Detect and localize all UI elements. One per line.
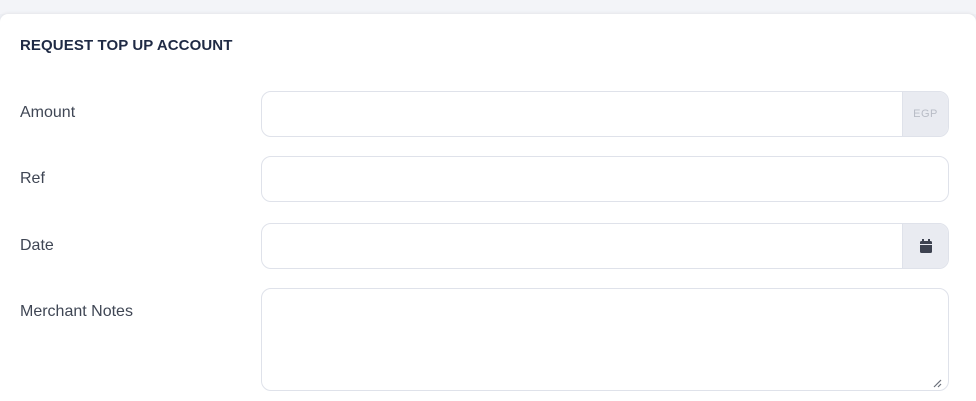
resize-handle-icon[interactable] (932, 375, 942, 388)
merchant-notes-label: Merchant Notes (20, 303, 133, 320)
calendar-icon (919, 238, 933, 254)
merchant-notes-field-group (261, 288, 949, 391)
date-input[interactable] (262, 224, 948, 268)
ref-field-group (261, 156, 949, 202)
merchant-notes-textarea[interactable] (262, 289, 948, 390)
amount-input[interactable] (262, 92, 948, 136)
amount-label: Amount (20, 104, 76, 121)
ref-input[interactable] (262, 157, 948, 201)
calendar-button[interactable] (902, 224, 948, 268)
form-title: REQUEST TOP UP ACCOUNT (20, 37, 233, 54)
amount-field-group: EGP (261, 91, 949, 137)
date-label: Date (20, 237, 54, 254)
currency-addon: EGP (902, 92, 948, 136)
date-field-group (261, 223, 949, 269)
ref-label: Ref (20, 170, 45, 187)
currency-label: EGP (913, 108, 938, 120)
top-strip (0, 0, 976, 14)
